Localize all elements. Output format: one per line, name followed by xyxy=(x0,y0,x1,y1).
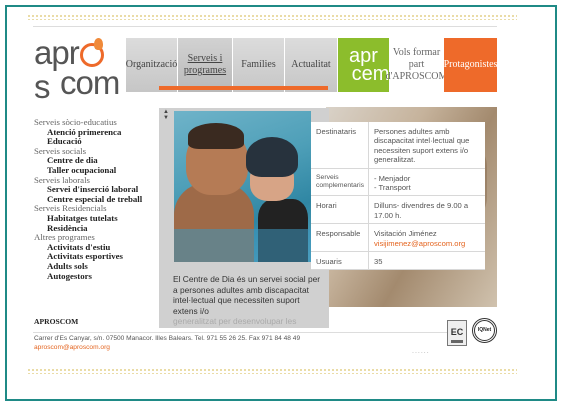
sidebar-item-autogestors[interactable]: Autogestors xyxy=(34,271,154,282)
serveis-complementaris-label: Serveis complementaris xyxy=(311,168,369,197)
table-row: Usuaris 35 xyxy=(311,251,485,271)
nav-vols-formar-part[interactable]: Vols formar part d'APROSCOM xyxy=(386,38,447,92)
footer-address: Carrer d'Es Canyar, s/n. 07500 Manacor. … xyxy=(34,335,301,342)
scroll-arrows-icon[interactable]: ▲ ▼ xyxy=(163,109,169,121)
nav-families[interactable]: Famílies xyxy=(233,38,285,92)
nav-aprocem-logo[interactable]: apr cem xyxy=(338,38,389,92)
responsable-label: Responsable xyxy=(311,223,369,253)
table-row: Horari Dilluns- divendres de 9.00 a 17.0… xyxy=(311,195,485,225)
nav-organitzacio[interactable]: Organització xyxy=(126,38,178,92)
service-info-table: Destinataris Persones adultes amb discap… xyxy=(311,122,485,271)
serveis-complementaris-value: - Menjador - Transport xyxy=(368,168,485,197)
ec-certification-logo: EC xyxy=(447,320,467,346)
footer-dots: ...... xyxy=(412,348,430,355)
footer-divider xyxy=(33,332,463,333)
active-tab-indicator xyxy=(159,86,328,90)
logo-text-bottom: com xyxy=(60,64,120,101)
decorative-dots-bottom xyxy=(27,368,517,374)
usuaris-label: Usuaris xyxy=(311,251,369,271)
service-description: El Centre de Dia és un servei social per… xyxy=(173,274,321,327)
responsable-value: Visitación Jiménez visijimenez@aproscom.o… xyxy=(368,223,485,253)
usuaris-value: 35 xyxy=(368,251,485,271)
table-row: Responsable Visitación Jiménez visijimene… xyxy=(311,223,485,253)
service-photo xyxy=(174,111,311,262)
footer-title: APROSCOM xyxy=(34,317,79,326)
responsable-email-link[interactable]: visijimenez@aproscom.org xyxy=(374,239,465,248)
table-row: Destinataris Persones adultes amb discap… xyxy=(311,122,485,169)
table-row: Serveis complementaris - Menjador - Trans… xyxy=(311,168,485,197)
horari-label: Horari xyxy=(311,195,369,225)
decorative-dots-top xyxy=(27,14,517,20)
horari-value: Dilluns- divendres de 9.00 a 17.00 h. xyxy=(368,195,485,225)
services-sidebar: Serveis sòcio-educatius Atenció primeren… xyxy=(34,117,154,282)
destinataris-label: Destinataris xyxy=(311,122,369,169)
iqnet-certification-logo: IQNet xyxy=(472,318,497,343)
nav-protagonistes[interactable]: Protagonistes xyxy=(444,38,497,92)
destinataris-value: Persones adultes amb discapacitat intel·… xyxy=(368,122,485,169)
top-divider xyxy=(33,26,497,27)
nav-serveis-programes[interactable]: Serveis i programes xyxy=(178,38,233,92)
aproscom-logo[interactable]: aprs com xyxy=(34,36,120,104)
footer-email-link[interactable]: aproscom@aproscom.org xyxy=(34,344,110,351)
nav-actualitat[interactable]: Actualitat xyxy=(285,38,338,92)
